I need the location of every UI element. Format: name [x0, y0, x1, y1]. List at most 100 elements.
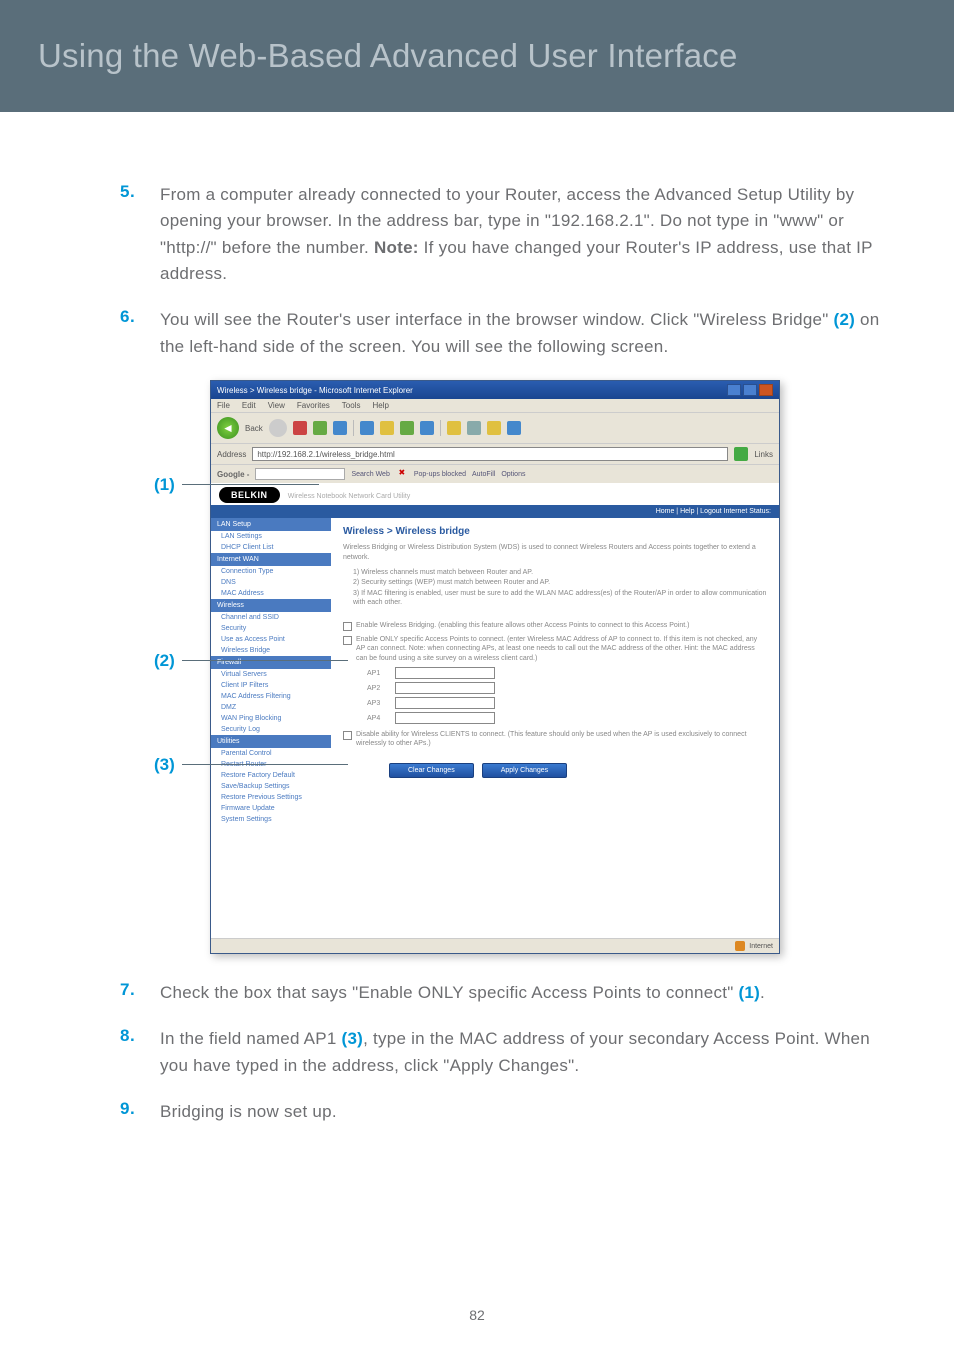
- text: Check the box that says "Enable ONLY spe…: [160, 983, 738, 1002]
- sidebar-item[interactable]: Client IP Filters: [211, 680, 331, 691]
- menu-item[interactable]: View: [268, 401, 285, 410]
- sidebar-item[interactable]: System Settings: [211, 814, 331, 825]
- links-label[interactable]: Links: [754, 450, 773, 459]
- menu-item[interactable]: Tools: [342, 401, 361, 410]
- forward-button[interactable]: [269, 419, 287, 437]
- close-icon[interactable]: [759, 384, 773, 396]
- sidebar-item[interactable]: Parental Control: [211, 748, 331, 759]
- sidebar-item[interactable]: DMZ: [211, 702, 331, 713]
- sidebar-item[interactable]: DNS: [211, 577, 331, 588]
- minimize-icon[interactable]: [727, 384, 741, 396]
- checkbox-label: Enable ONLY specific Access Points to co…: [356, 635, 767, 663]
- text: In the field named AP1: [160, 1029, 342, 1048]
- sidebar-item[interactable]: Save/Backup Settings: [211, 781, 331, 792]
- maximize-icon[interactable]: [743, 384, 757, 396]
- discuss-icon[interactable]: [507, 421, 521, 435]
- back-label: Back: [245, 424, 263, 433]
- sidebar-item[interactable]: Security Log: [211, 724, 331, 735]
- go-button[interactable]: [734, 447, 748, 461]
- enable-specific-ap-checkbox[interactable]: [343, 636, 352, 645]
- clear-changes-button[interactable]: Clear Changes: [389, 763, 474, 778]
- back-button[interactable]: ◄: [217, 417, 239, 439]
- sidebar-section: Firewall: [211, 656, 331, 669]
- browser-window: Wireless > Wireless bridge - Microsoft I…: [210, 380, 780, 954]
- ap-row: AP4: [367, 712, 767, 724]
- step-text: You will see the Router's user interface…: [160, 307, 882, 360]
- note-label: Note:: [374, 238, 419, 257]
- step-number: 9.: [120, 1099, 160, 1125]
- separator: [440, 420, 441, 436]
- sidebar-item[interactable]: MAC Address Filtering: [211, 691, 331, 702]
- stop-icon[interactable]: [293, 421, 307, 435]
- statusbar: Internet: [211, 938, 779, 953]
- mail-icon[interactable]: [447, 421, 461, 435]
- disable-clients-checkbox[interactable]: [343, 731, 352, 740]
- sidebar-item-wireless-bridge[interactable]: Wireless Bridge: [211, 645, 331, 656]
- autofill-btn[interactable]: AutoFill: [472, 471, 495, 478]
- ref: (2): [834, 310, 856, 329]
- screenshot-wrap: (1) (2) (3) Wireless > Wireless bridge -…: [120, 380, 882, 954]
- step-number: 6.: [120, 307, 160, 360]
- belkin-tagline: Wireless Notebook Network Card Utility: [288, 493, 411, 500]
- window-controls: [727, 384, 773, 396]
- text: You will see the Router's user interface…: [160, 310, 834, 329]
- google-search-btn[interactable]: Search Web: [351, 471, 389, 478]
- rule-item: 2) Security settings (WEP) must match be…: [353, 578, 767, 587]
- callout-line: [182, 764, 348, 765]
- ap-row: AP2: [367, 682, 767, 694]
- sidebar-item[interactable]: Firmware Update: [211, 803, 331, 814]
- sidebar-item[interactable]: Restore Previous Settings: [211, 792, 331, 803]
- google-search-input[interactable]: [255, 468, 345, 480]
- menu-item[interactable]: Help: [372, 401, 388, 410]
- address-input[interactable]: http://192.168.2.1/wireless_bridge.html: [252, 447, 728, 461]
- sidebar-item[interactable]: Security: [211, 623, 331, 634]
- step-text: Bridging is now set up.: [160, 1099, 337, 1125]
- sidebar-item[interactable]: Channel and SSID: [211, 612, 331, 623]
- ap4-input[interactable]: [395, 712, 495, 724]
- enable-bridging-checkbox[interactable]: [343, 622, 352, 631]
- separator: [353, 420, 354, 436]
- ap3-input[interactable]: [395, 697, 495, 709]
- favorites-icon[interactable]: [380, 421, 394, 435]
- print-icon[interactable]: [467, 421, 481, 435]
- history-icon[interactable]: [420, 421, 434, 435]
- ap1-input[interactable]: [395, 667, 495, 679]
- sidebar-item[interactable]: MAC Address: [211, 588, 331, 599]
- options-btn[interactable]: Options: [501, 471, 525, 478]
- sidebar-item[interactable]: LAN Settings: [211, 531, 331, 542]
- menu-item[interactable]: File: [217, 401, 230, 410]
- home-icon[interactable]: [333, 421, 347, 435]
- menu-item[interactable]: Favorites: [297, 401, 330, 410]
- step-number: 5.: [120, 182, 160, 287]
- step-8: 8. In the field named AP1 (3), type in t…: [120, 1026, 882, 1079]
- search-icon[interactable]: [360, 421, 374, 435]
- sidebar-item[interactable]: Connection Type: [211, 566, 331, 577]
- sidebar-section: Utilities: [211, 735, 331, 748]
- menu-item[interactable]: Edit: [242, 401, 256, 410]
- checkbox-row: Enable ONLY specific Access Points to co…: [343, 635, 767, 663]
- sidebar-item[interactable]: WAN Ping Blocking: [211, 713, 331, 724]
- menubar: File Edit View Favorites Tools Help: [211, 399, 779, 412]
- main-title: Wireless > Wireless bridge: [343, 526, 767, 537]
- sidebar-item[interactable]: DHCP Client List: [211, 542, 331, 553]
- ap1-label: AP1: [367, 670, 389, 677]
- sidebar-item[interactable]: Use as Access Point: [211, 634, 331, 645]
- checkbox-label: Disable ability for Wireless CLIENTS to …: [356, 730, 767, 749]
- sidebar-item[interactable]: Restore Factory Default: [211, 770, 331, 781]
- address-bar: Address http://192.168.2.1/wireless_brid…: [211, 443, 779, 464]
- apply-changes-button[interactable]: Apply Changes: [482, 763, 567, 778]
- text: .: [760, 983, 765, 1002]
- ap-row: AP1: [367, 667, 767, 679]
- button-row: Clear Changes Apply Changes: [389, 763, 767, 778]
- refresh-icon[interactable]: [313, 421, 327, 435]
- media-icon[interactable]: [400, 421, 414, 435]
- step-number: 7.: [120, 980, 160, 1006]
- sidebar-item[interactable]: Virtual Servers: [211, 669, 331, 680]
- belkin-subheader: Home | Help | Logout Internet Status:: [211, 505, 779, 518]
- rule-item: 1) Wireless channels must match between …: [353, 568, 767, 577]
- ap4-label: AP4: [367, 715, 389, 722]
- popup-blocker-icon[interactable]: ✖: [396, 468, 408, 480]
- ap2-input[interactable]: [395, 682, 495, 694]
- edit-icon[interactable]: [487, 421, 501, 435]
- step-5: 5. From a computer already connected to …: [120, 182, 882, 287]
